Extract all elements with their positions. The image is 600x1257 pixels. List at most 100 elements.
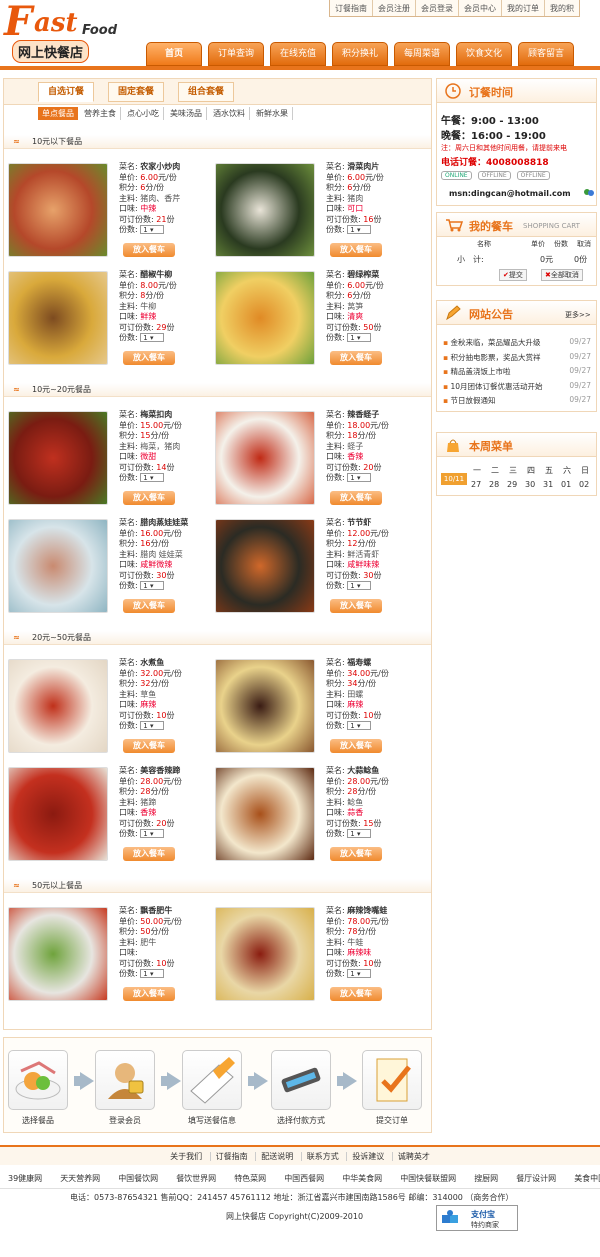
nav-recharge[interactable]: 在线充值 <box>270 42 326 66</box>
partner-link[interactable]: 中国快餐联盟网 <box>400 1169 456 1188</box>
tab-fixed-set[interactable]: 固定套餐 <box>108 82 164 102</box>
footer-link-about[interactable]: 关于我们 <box>165 1152 207 1161</box>
notice-item[interactable]: ▪ 10月团体订餐优惠活动开始 09/27 <box>443 381 591 392</box>
partner-link[interactable]: 美食中国 <box>574 1169 600 1188</box>
im-offline-icon[interactable]: OFFLINE <box>477 171 511 180</box>
add-to-cart-button[interactable]: 放入餐车 <box>123 739 175 753</box>
qty-select[interactable]: 1 ▾ <box>140 969 165 978</box>
qty-select[interactable]: 1 ▾ <box>140 333 165 342</box>
add-to-cart-button[interactable]: 放入餐车 <box>330 599 382 613</box>
notice-item[interactable]: ▪ 节日放假通知 09/27 <box>443 395 591 406</box>
nav-home[interactable]: 首页 <box>146 42 202 66</box>
add-to-cart-button[interactable]: 放入餐车 <box>123 351 175 365</box>
notice-item[interactable]: ▪ 金秋来临，菜品耀品大升级 09/27 <box>443 337 591 348</box>
notice-item[interactable]: ▪ 精品盖浇饭上市啦 09/27 <box>443 366 591 377</box>
top-link-member-center[interactable]: 会员中心 <box>458 0 501 16</box>
partner-link[interactable]: 中国餐饮网 <box>118 1169 158 1188</box>
dish-image[interactable] <box>215 907 315 1001</box>
qty-select[interactable]: 1 ▾ <box>347 581 372 590</box>
partner-link[interactable]: 39健康网 <box>8 1169 42 1188</box>
qty-select[interactable]: 1 ▾ <box>347 473 372 482</box>
partner-link[interactable]: 天天营养网 <box>60 1169 100 1188</box>
subcat-drinks[interactable]: 酒水饮料 <box>209 107 250 120</box>
partner-link[interactable]: 搜厨网 <box>474 1169 498 1188</box>
dish-image[interactable] <box>8 659 108 753</box>
qty-select[interactable]: 1 ▾ <box>347 969 372 978</box>
qty-select[interactable]: 1 ▾ <box>347 721 372 730</box>
dish-image[interactable] <box>215 411 315 505</box>
qty-select[interactable]: 1 ▾ <box>140 225 165 234</box>
logo[interactable]: F <box>4 2 32 42</box>
add-to-cart-button[interactable]: 放入餐车 <box>330 739 382 753</box>
partner-link[interactable]: 餐饮世界网 <box>176 1169 216 1188</box>
menu-day[interactable]: 四 <box>527 465 535 476</box>
qty-select[interactable]: 1 ▾ <box>140 581 165 590</box>
menu-day[interactable]: 五 <box>545 465 553 476</box>
add-to-cart-button[interactable]: 放入餐车 <box>330 491 382 505</box>
footer-link-delivery[interactable]: 配送说明 <box>255 1152 299 1161</box>
nav-points-exchange[interactable]: 积分换礼 <box>332 42 388 66</box>
dish-image[interactable] <box>8 411 108 505</box>
footer-link-contact[interactable]: 联系方式 <box>300 1152 344 1161</box>
footer-link-complaint[interactable]: 投诉建议 <box>346 1152 390 1161</box>
footer-link-guide[interactable]: 订餐指南 <box>209 1152 253 1161</box>
nav-food-culture[interactable]: 饮食文化 <box>456 42 512 66</box>
add-to-cart-button[interactable]: 放入餐车 <box>330 987 382 1001</box>
dish-image[interactable] <box>215 767 315 861</box>
nav-order-query[interactable]: 订单查询 <box>208 42 264 66</box>
notice-item[interactable]: ▪ 积分抽电影票，奖品大赏祥 09/27 <box>443 352 591 363</box>
top-link-guide[interactable]: 订餐指南 <box>330 0 372 16</box>
add-to-cart-button[interactable]: 放入餐车 <box>330 351 382 365</box>
add-to-cart-button[interactable]: 放入餐车 <box>123 243 175 257</box>
menu-day[interactable]: 三 <box>509 465 517 476</box>
top-link-login[interactable]: 会员登录 <box>415 0 458 16</box>
dish-image[interactable] <box>8 767 108 861</box>
dish-image[interactable] <box>8 163 108 257</box>
subcat-staple[interactable]: 营养主食 <box>80 107 121 120</box>
alipay-badge[interactable]: 支付宝 特约商家 <box>436 1205 518 1231</box>
partner-link[interactable]: 餐厅设计网 <box>516 1169 556 1188</box>
notice-more-link[interactable]: 更多>> <box>565 310 591 320</box>
qty-select[interactable]: 1 ▾ <box>140 721 165 730</box>
dish-image[interactable] <box>215 659 315 753</box>
partner-link[interactable]: 中国西餐网 <box>284 1169 324 1188</box>
add-to-cart-button[interactable]: 放入餐车 <box>123 847 175 861</box>
cart-clear-button[interactable]: ✖全部取消 <box>541 269 583 281</box>
msn-contact[interactable]: msn:dingcan@hotmail.com <box>449 189 571 198</box>
add-to-cart-button[interactable]: 放入餐车 <box>123 599 175 613</box>
partner-link[interactable]: 特色菜网 <box>234 1169 266 1188</box>
dish-image[interactable] <box>8 519 108 613</box>
im-offline-icon[interactable]: OFFLINE <box>516 171 550 180</box>
qty-select[interactable]: 1 ▾ <box>347 829 372 838</box>
subcat-soup[interactable]: 美味汤品 <box>166 107 207 120</box>
tab-custom-order[interactable]: 自选订餐 <box>38 82 94 102</box>
menu-day[interactable]: 日 <box>581 465 589 476</box>
im-online-icon[interactable]: ONLINE <box>441 171 472 180</box>
subcat-fruit[interactable]: 新鲜水果 <box>252 107 293 120</box>
dish-image[interactable] <box>215 519 315 613</box>
cart-submit-button[interactable]: ✔提交 <box>499 269 527 281</box>
partner-link[interactable]: 中华美食网 <box>342 1169 382 1188</box>
add-to-cart-button[interactable]: 放入餐车 <box>330 243 382 257</box>
qty-select[interactable]: 1 ▾ <box>140 473 165 482</box>
subcat-single[interactable]: 单点餐品 <box>38 107 78 120</box>
top-link-my-points[interactable]: 我的积 <box>544 0 579 16</box>
dish-image[interactable] <box>8 907 108 1001</box>
top-link-my-orders[interactable]: 我的订单 <box>501 0 544 16</box>
qty-select[interactable]: 1 ▾ <box>140 829 165 838</box>
nav-weekly-menu[interactable]: 每周菜谱 <box>394 42 450 66</box>
add-to-cart-button[interactable]: 放入餐车 <box>330 847 382 861</box>
footer-link-jobs[interactable]: 诚聘英才 <box>391 1152 435 1161</box>
dish-image[interactable] <box>215 163 315 257</box>
menu-day[interactable]: 二 <box>491 465 499 476</box>
dish-image[interactable] <box>215 271 315 365</box>
qty-select[interactable]: 1 ▾ <box>347 225 372 234</box>
add-to-cart-button[interactable]: 放入餐车 <box>123 987 175 1001</box>
dish-image[interactable] <box>8 271 108 365</box>
qty-select[interactable]: 1 ▾ <box>347 333 372 342</box>
tab-combo-set[interactable]: 组合套餐 <box>178 82 234 102</box>
menu-day[interactable]: 六 <box>563 465 571 476</box>
nav-guestbook[interactable]: 顾客留言 <box>518 42 574 66</box>
menu-day[interactable]: 一 <box>473 465 481 476</box>
top-link-register[interactable]: 会员注册 <box>372 0 415 16</box>
